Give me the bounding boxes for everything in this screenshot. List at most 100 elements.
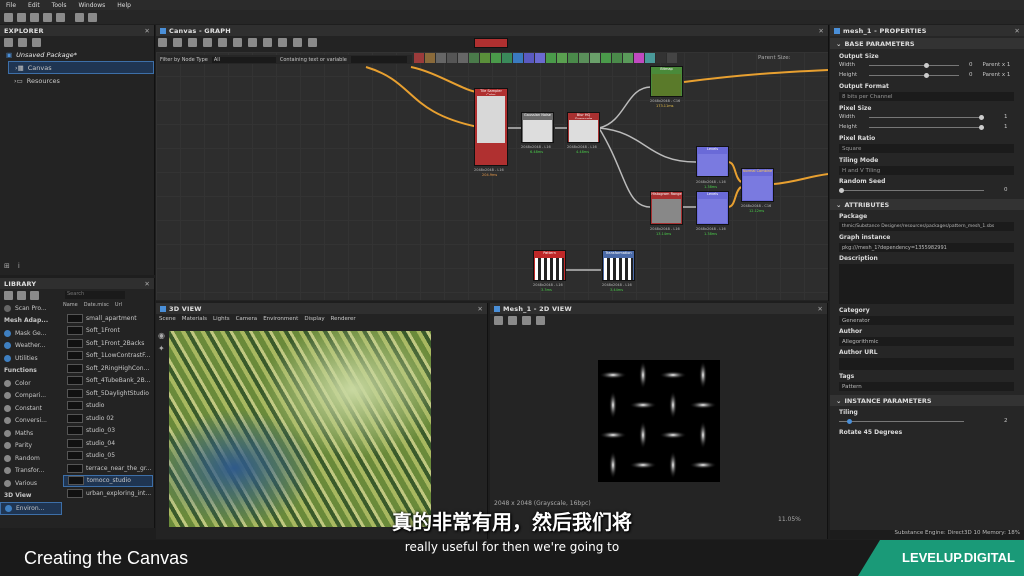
tiling-mode-select[interactable]: H and V Tiling xyxy=(839,166,1014,175)
col-url[interactable]: Url xyxy=(115,302,122,310)
redo-icon[interactable] xyxy=(88,12,97,22)
info-icon[interactable]: i xyxy=(18,262,20,270)
channel-icon[interactable] xyxy=(536,316,545,325)
new-icon[interactable] xyxy=(18,38,27,47)
tree-item-resources[interactable]: ›▭ Resources xyxy=(8,74,154,87)
package-row[interactable]: ▣ Unsaved Package* xyxy=(0,48,154,61)
menu-help[interactable]: Help xyxy=(117,2,131,9)
list-item[interactable]: Soft_1LowContrastF... xyxy=(63,350,153,363)
brush-icon[interactable] xyxy=(30,291,39,300)
tiling-slider[interactable] xyxy=(839,418,964,424)
align-icon[interactable] xyxy=(218,38,227,47)
camera-icon[interactable]: ◉ xyxy=(158,331,165,340)
section-instance-parameters[interactable]: ⌄ INSTANCE PARAMETERS xyxy=(830,395,1024,406)
search-input[interactable]: Search xyxy=(65,291,125,299)
category-field[interactable]: Generator xyxy=(839,316,1014,325)
menu-file[interactable]: File xyxy=(6,2,16,9)
category-item[interactable]: Conversi... xyxy=(0,415,62,428)
list-item[interactable]: Soft_2RingHighCon... xyxy=(63,362,153,375)
list-item[interactable]: Soft_5DaylightStudio xyxy=(63,387,153,400)
list-item[interactable]: studio_03 xyxy=(63,425,153,438)
graph-node-gaussian[interactable]: Gaussian Noise xyxy=(521,112,554,143)
col-date[interactable]: Date.misc xyxy=(84,302,109,310)
save-icon[interactable] xyxy=(494,316,503,325)
category-item[interactable]: Compari... xyxy=(0,390,62,403)
graph-node-levels[interactable]: Levels xyxy=(696,146,729,177)
list-item[interactable]: terrace_near_the_gr... xyxy=(63,462,153,475)
graph-node-histogram[interactable]: Histogram Range xyxy=(650,191,683,225)
pixel-ratio-select[interactable]: Square xyxy=(839,144,1014,153)
description-field[interactable] xyxy=(839,264,1014,304)
pixel-width-slider[interactable] xyxy=(869,114,984,120)
graph-node-normal-combine[interactable]: Normal Combine xyxy=(741,168,774,202)
list-item[interactable]: studio_05 xyxy=(63,450,153,463)
list-item[interactable]: small_apartment xyxy=(63,312,153,325)
menu-display[interactable]: Display xyxy=(304,316,324,322)
section-base-parameters[interactable]: ⌄ BASE PARAMETERS xyxy=(830,38,1024,49)
save-icon[interactable] xyxy=(4,38,13,47)
save-icon[interactable] xyxy=(43,12,52,22)
grid-icon[interactable] xyxy=(522,316,531,325)
author-field[interactable]: Allegorithmic xyxy=(839,337,1014,346)
category-item[interactable]: 3D View xyxy=(0,490,62,503)
tags-field[interactable]: Pattern xyxy=(839,382,1014,391)
align-icon[interactable] xyxy=(233,38,242,47)
category-item[interactable]: Utilities xyxy=(0,352,62,365)
canvas-3d-preview[interactable] xyxy=(169,331,431,527)
category-item[interactable]: Maths xyxy=(0,427,62,440)
frame-icon[interactable] xyxy=(158,38,167,47)
menu-edit[interactable]: Edit xyxy=(28,2,40,9)
camera-icon[interactable] xyxy=(173,38,182,47)
list-item[interactable]: studio 02 xyxy=(63,412,153,425)
menu-scene[interactable]: Scene xyxy=(159,316,176,322)
category-item[interactable]: Parity xyxy=(0,440,62,453)
menu-windows[interactable]: Windows xyxy=(78,2,105,9)
output-format-select[interactable]: 8 bits per Channel xyxy=(839,92,1014,101)
graph-instance-field[interactable]: pkg:///mesh_1?dependency=1355982991 xyxy=(839,243,1014,252)
menu-camera[interactable]: Camera xyxy=(236,316,258,322)
undo-icon[interactable] xyxy=(75,12,84,22)
mesh-texture-preview[interactable] xyxy=(598,360,720,482)
category-item[interactable]: Mask Ge... xyxy=(0,327,62,340)
node-icon[interactable] xyxy=(188,38,197,47)
category-item[interactable]: Weather... xyxy=(0,340,62,353)
light-icon[interactable]: ✦ xyxy=(158,344,165,353)
tree-item-canvas[interactable]: ›▦ Canvas xyxy=(8,61,154,74)
list-item[interactable]: Soft_1Front_2Backs xyxy=(63,337,153,350)
list-item-selected[interactable]: tomoco_studio xyxy=(63,474,153,487)
settings-icon[interactable] xyxy=(293,38,302,47)
save-all-icon[interactable] xyxy=(56,12,65,22)
menu-environment[interactable]: Environment xyxy=(263,316,298,322)
tree-icon[interactable]: ⊞ xyxy=(4,262,10,270)
menu-renderer[interactable]: Renderer xyxy=(331,316,356,322)
list-item[interactable]: Soft_4TubeBank_2B... xyxy=(63,375,153,388)
graph-node-tile-sampler[interactable]: Tile Sampler Color xyxy=(474,88,508,166)
output-width-slider[interactable] xyxy=(869,62,959,68)
copy-icon[interactable] xyxy=(508,316,517,325)
menu-materials[interactable]: Materials xyxy=(182,316,207,322)
list-item[interactable]: studio_04 xyxy=(63,437,153,450)
folder-icon[interactable] xyxy=(17,291,26,300)
category-item[interactable]: Functions xyxy=(0,365,62,378)
link-icon[interactable] xyxy=(263,38,272,47)
category-item[interactable]: Scan Pro... xyxy=(0,302,62,315)
list-item[interactable]: urban_exploring_int... xyxy=(63,487,153,500)
package-icon[interactable] xyxy=(17,12,26,22)
frame-icon[interactable] xyxy=(308,38,317,47)
output-height-slider[interactable] xyxy=(869,72,959,78)
category-item[interactable]: Mesh Adap... xyxy=(0,315,62,328)
align-icon[interactable] xyxy=(248,38,257,47)
menu-tools[interactable]: Tools xyxy=(52,2,67,9)
export-icon[interactable] xyxy=(32,38,41,47)
graph-node-transform[interactable]: Transformation xyxy=(602,250,635,281)
grid-icon[interactable] xyxy=(4,291,13,300)
graph-node-blur[interactable]: Blur HQ Grayscale xyxy=(567,112,600,143)
align-icon[interactable] xyxy=(203,38,212,47)
graph-node-pattern[interactable]: Pattern xyxy=(533,250,566,281)
graph-node-levels-2[interactable]: Levels xyxy=(696,191,729,225)
category-item[interactable]: Random xyxy=(0,452,62,465)
random-seed-slider[interactable] xyxy=(839,187,984,193)
list-item[interactable]: Soft_1Front xyxy=(63,325,153,338)
open-icon[interactable] xyxy=(30,12,39,22)
category-item[interactable]: Various xyxy=(0,477,62,490)
